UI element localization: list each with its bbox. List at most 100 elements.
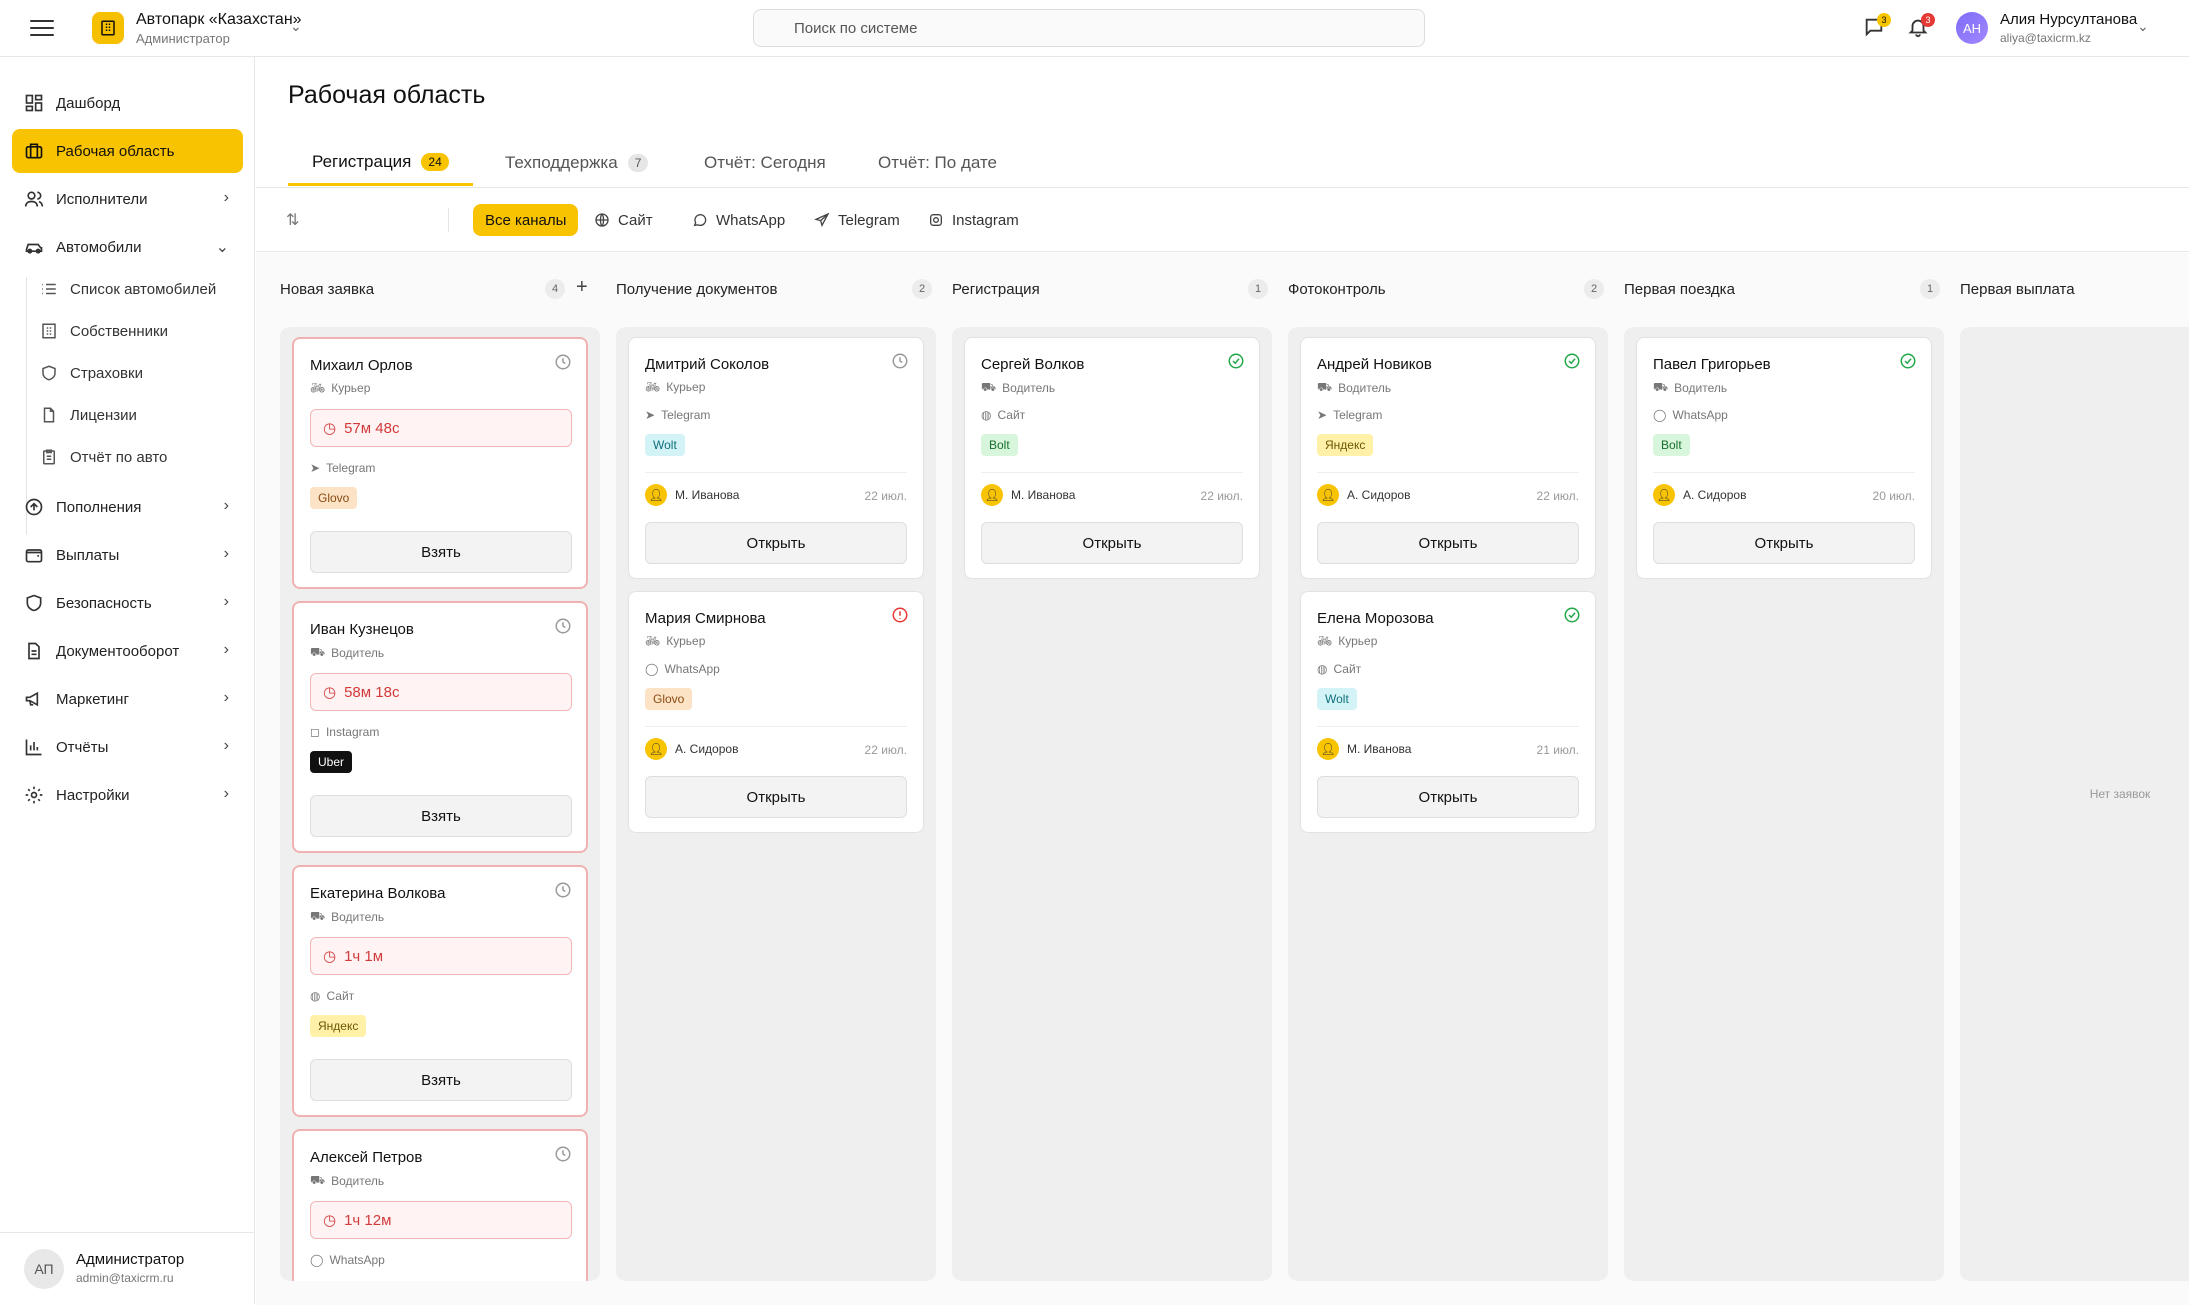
column-first-ride: Павел Григорьев ⛟ Водитель ◯ WhatsApp Bolt… [1624, 327, 1944, 1281]
card-channel: ◍ Сайт [1317, 662, 1362, 676]
card-name: Михаил Орлов [310, 357, 413, 374]
sidebar-item-performers[interactable]: Исполнители › [12, 177, 243, 221]
column-first-payout: Нет заявок [1960, 327, 2189, 1281]
chevron-down-icon[interactable]: ⌄ [290, 18, 302, 35]
tab-support[interactable]: Техподдержка 7 [481, 140, 672, 186]
open-button[interactable]: Открыть [1317, 776, 1579, 818]
column-title: Первая поездка [1624, 280, 1735, 298]
filter-site[interactable]: Сайт [582, 204, 665, 236]
card-assignee: 👤︎ А. Сидоров [1317, 484, 1410, 506]
request-card[interactable]: Мария Смирнова 🚲︎ Курьер ◯ WhatsApp Glovo … [628, 591, 924, 833]
check-circle-icon [1900, 353, 1916, 369]
request-card[interactable]: Елена Морозова 🚲︎ Курьер ◍ Сайт Wolt 👤︎ М. … [1300, 591, 1596, 833]
sidebar-subitem-owners[interactable]: Собственники [38, 313, 238, 349]
request-card[interactable]: Сергей Волков ⛟ Водитель ◍ Сайт Bolt 👤︎ М. … [964, 337, 1260, 579]
request-card[interactable]: Павел Григорьев ⛟ Водитель ◯ WhatsApp Bolt… [1636, 337, 1932, 579]
filter-telegram[interactable]: Telegram [802, 204, 912, 236]
filter-label: WhatsApp [716, 211, 786, 229]
tab-report-date[interactable]: Отчёт: По дате [854, 140, 1021, 186]
take-button[interactable]: Взять [310, 1059, 572, 1101]
sidebar-footer[interactable]: АП Администратор admin@taxicrm.ru [0, 1232, 255, 1304]
user-name[interactable]: Алия Нурсултанова [2000, 11, 2137, 28]
sidebar-item-cars[interactable]: Автомобили ⌄ [12, 225, 243, 269]
add-icon[interactable]: + [576, 276, 588, 299]
chevron-right-icon: › [223, 689, 229, 706]
document-icon [28, 642, 40, 660]
alert-circle-icon [892, 607, 908, 623]
user-avatar[interactable]: АН [1956, 12, 1988, 44]
search-input[interactable]: Поиск по системе [753, 9, 1425, 47]
org-name[interactable]: Автопарк «Казахстан» [136, 11, 302, 29]
request-card[interactable]: Дмитрий Соколов 🚲︎ Курьер ➤ Telegram Wolt … [628, 337, 924, 579]
chevron-down-icon[interactable]: ⌄ [2137, 18, 2149, 35]
sidebar-item-payouts[interactable]: Выплаты › [12, 533, 243, 577]
menu-icon[interactable] [30, 20, 54, 38]
open-button[interactable]: Открыть [645, 522, 907, 564]
sidebar-subitem-car-report[interactable]: Отчёт по авто [38, 439, 238, 475]
take-button[interactable]: Взять [310, 531, 572, 573]
request-card[interactable]: Андрей Новиков ⛟ Водитель ➤ Telegram Яндек… [1300, 337, 1596, 579]
sidebar-item-workspace[interactable]: Рабочая область [12, 129, 243, 173]
card-channel: ◯ WhatsApp [310, 1253, 385, 1267]
card-channel: ➤ Telegram [645, 408, 711, 422]
clock-icon: ◷ [323, 948, 337, 965]
check-circle-icon [1228, 353, 1244, 369]
card-role: ⛟ Водитель [981, 380, 1056, 395]
sidebar-item-reports[interactable]: Отчёты › [12, 725, 243, 769]
bike-icon: 🚲︎ [645, 634, 661, 648]
open-button[interactable]: Открыть [1317, 522, 1579, 564]
filter-whatsapp[interactable]: WhatsApp [680, 204, 797, 236]
sidebar-item-marketing[interactable]: Маркетинг › [12, 677, 243, 721]
sidebar-subitem-insurance[interactable]: Страховки [38, 355, 238, 391]
user-icon: 👤︎ [1317, 738, 1339, 760]
filter-label: Все каналы [485, 211, 567, 229]
sidebar-subitem-label: Страховки [70, 364, 143, 382]
sidebar-item-label: Рабочая область [56, 142, 175, 160]
card-name: Иван Кузнецов [310, 621, 414, 638]
open-button[interactable]: Открыть [1653, 522, 1915, 564]
column-header: Фотоконтроль 2 [1288, 275, 1608, 303]
notifications-badge: 3 [1921, 13, 1935, 27]
request-card[interactable]: Михаил Орлов 🚲︎ Курьер ◷ 57м 48с ➤ Telegram… [292, 337, 588, 589]
sidebar-item-documents[interactable]: Документооборот › [12, 629, 243, 673]
column-header: Первая выплата [1960, 275, 2189, 303]
shield-icon [42, 365, 56, 381]
message-circle-icon [693, 214, 707, 227]
sidebar-subitem-car-list[interactable]: Список автомобилей [38, 271, 238, 307]
platform-tag: Wolt [645, 434, 685, 456]
tab-registration[interactable]: Регистрация 24 [288, 140, 473, 186]
sidebar-item-label: Безопасность [56, 594, 152, 612]
card-date: 22 июл. [864, 489, 907, 503]
sidebar-item-settings[interactable]: Настройки › [12, 773, 243, 817]
filter-all-channels[interactable]: Все каналы [473, 204, 579, 236]
take-button[interactable]: Взять [310, 795, 572, 837]
sidebar-item-topups[interactable]: Пополнения › [12, 485, 243, 529]
filter-label: Instagram [952, 211, 1019, 229]
messages-button[interactable]: 3 [1863, 13, 1891, 40]
filter-instagram[interactable]: Instagram [916, 204, 1031, 236]
tab-report-today[interactable]: Отчёт: Сегодня [680, 140, 850, 186]
sidebar-item-dashboard[interactable]: Дашборд [12, 81, 243, 125]
sidebar-subitem-label: Лицензии [70, 406, 137, 424]
card-channel: ◍ Сайт [981, 408, 1026, 422]
divider [448, 208, 449, 232]
card-role: 🚲︎ Курьер [645, 634, 706, 648]
divider [645, 726, 907, 727]
request-card[interactable]: Алексей Петров ⛟ Водитель ◷ 1ч 12м ◯ WhatsA… [292, 1129, 588, 1281]
request-card[interactable]: Екатерина Волкова ⛟ Водитель ◷ 1ч 1м ◍ Сайт… [292, 865, 588, 1117]
request-card[interactable]: Иван Кузнецов ⛟ Водитель ◷ 58м 18с ◻ Instag… [292, 601, 588, 853]
car-icon: ⛟ [1317, 380, 1333, 394]
open-button[interactable]: Открыть [645, 776, 907, 818]
card-date: 20 июл. [1872, 489, 1915, 503]
sort-icon[interactable]: ⇅ [286, 210, 299, 230]
card-channel: ➤ Telegram [1317, 408, 1383, 422]
sidebar-item-label: Отчёты [56, 738, 109, 756]
column-photocontrol: Андрей Новиков ⛟ Водитель ➤ Telegram Яндек… [1288, 327, 1608, 1281]
open-button[interactable]: Открыть [981, 522, 1243, 564]
card-assignee: 👤︎ А. Сидоров [645, 738, 738, 760]
notifications-button[interactable]: 3 [1907, 13, 1935, 40]
sidebar-item-security[interactable]: Безопасность › [12, 581, 243, 625]
sidebar-subitem-licenses[interactable]: Лицензии [38, 397, 238, 433]
column-title: Фотоконтроль [1288, 280, 1386, 298]
column-header: Первая поездка 1 [1624, 275, 1944, 303]
